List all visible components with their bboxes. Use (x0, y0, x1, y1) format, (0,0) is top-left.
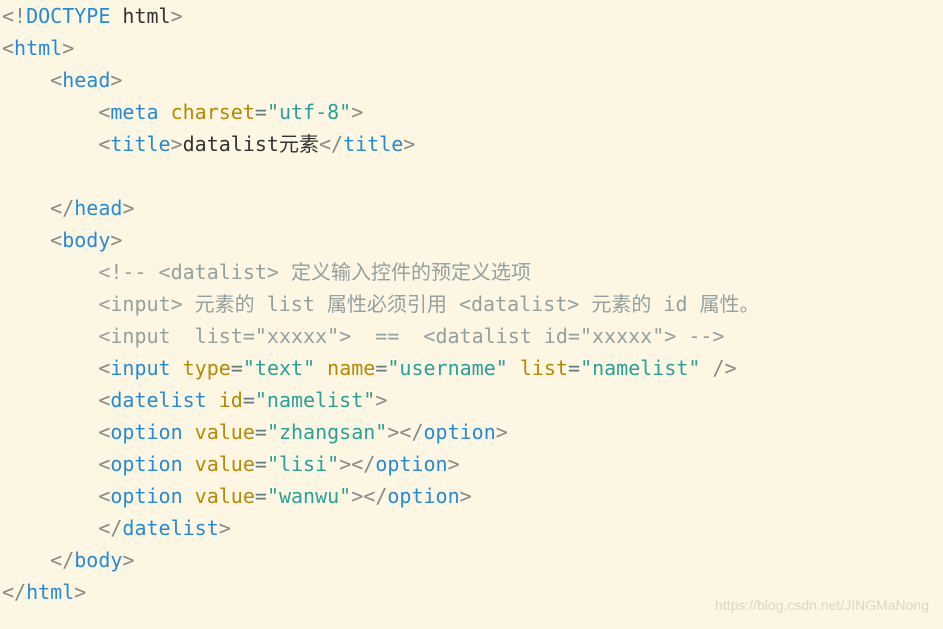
code-comment: <!-- <datalist> 定义输入控件的预定义选项 (98, 260, 531, 284)
code-line: <head> (50, 68, 122, 92)
code-line: <title>datalist元素</title> (98, 132, 415, 156)
code-line: </html> (2, 580, 86, 604)
code-line: <!DOCTYPE html> (2, 4, 183, 28)
code-line: <meta charset="utf-8"> (98, 100, 363, 124)
code-comment: <input list="xxxxx"> == <datalist id="xx… (98, 324, 724, 348)
code-line: <option value="zhangsan"></option> (98, 420, 507, 444)
code-line: </body> (50, 548, 134, 572)
code-line: <input type="text" name="username" list=… (98, 356, 736, 380)
code-line: <html> (2, 36, 74, 60)
code-line: <body> (50, 228, 122, 252)
code-line: </datelist> (98, 516, 230, 540)
code-line: <option value="lisi"></option> (98, 452, 459, 476)
code-block: <!DOCTYPE html> <html> <head> <meta char… (0, 0, 943, 608)
code-line: </head> (50, 196, 134, 220)
code-line: <option value="wanwu"></option> (98, 484, 471, 508)
code-comment: <input> 元素的 list 属性必须引用 <datalist> 元素的 i… (98, 292, 759, 316)
code-line: <datelist id="namelist"> (98, 388, 387, 412)
